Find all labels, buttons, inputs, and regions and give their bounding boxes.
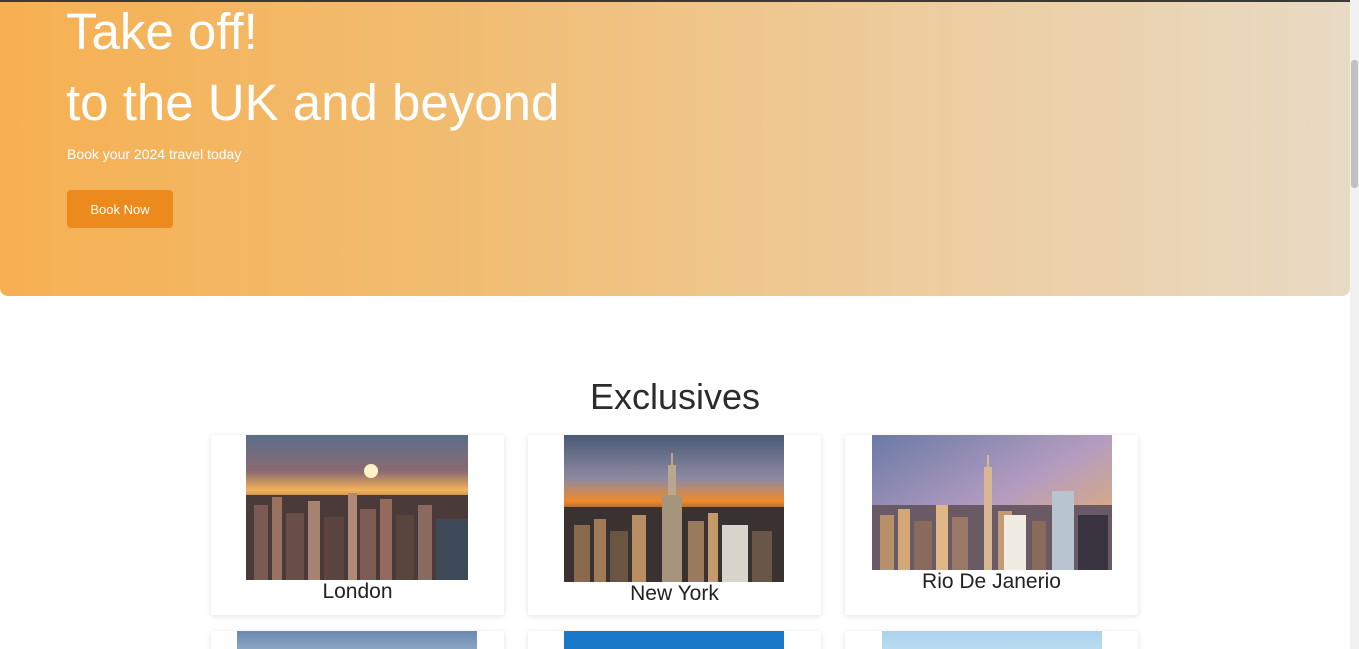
hero-title: Take off! to the UK and beyond <box>66 0 559 138</box>
city-photo-rio-de-janerio <box>872 435 1112 570</box>
hero-title-line-1: Take off! <box>66 3 258 60</box>
city-photo-london <box>246 435 468 580</box>
city-photo-row2-2 <box>564 631 784 649</box>
scrollbar-thumb[interactable] <box>1351 60 1358 188</box>
exclusive-card-rio-de-janerio[interactable]: Rio De Janerio <box>845 435 1138 615</box>
card-city-label: London <box>322 580 393 603</box>
city-photo-row2-3 <box>882 631 1102 649</box>
city-photo-new-york <box>564 435 784 582</box>
vertical-scrollbar[interactable] <box>1350 0 1359 649</box>
exclusive-card-row2-1[interactable] <box>211 631 504 649</box>
hero-banner: Take off! to the UK and beyond Book your… <box>0 2 1350 296</box>
exclusive-card-row2-2[interactable] <box>528 631 821 649</box>
exclusive-card-london[interactable]: London <box>211 435 504 615</box>
exclusives-heading: Exclusives <box>589 376 761 417</box>
exclusive-card-row2-3[interactable] <box>845 631 1138 649</box>
city-photo-row2-1 <box>237 631 477 649</box>
hero-subtitle: Book your 2024 travel today <box>67 146 242 162</box>
page: Take off! to the UK and beyond Book your… <box>0 0 1359 649</box>
exclusive-card-new-york[interactable]: New York <box>528 435 821 615</box>
hero-title-line-2: to the UK and beyond <box>66 74 560 131</box>
card-city-label: Rio De Janerio <box>922 570 1061 593</box>
book-now-button[interactable]: Book Now <box>67 190 173 228</box>
card-city-label: New York <box>630 582 719 605</box>
